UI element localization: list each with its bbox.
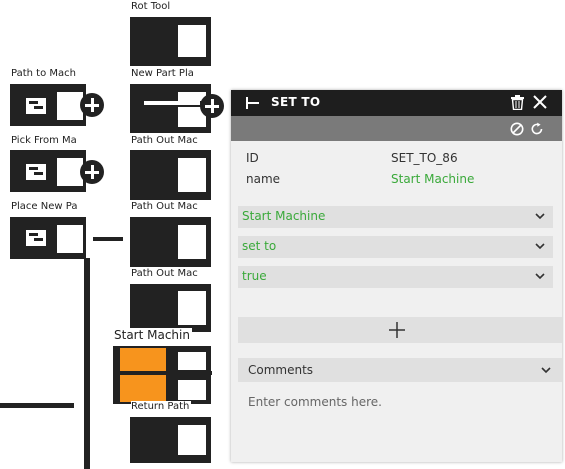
node-icon: [26, 164, 46, 180]
name-value[interactable]: Start Machine: [391, 172, 474, 186]
plus-icon: [389, 322, 405, 338]
comments-input[interactable]: [238, 385, 562, 445]
panel-title: SET TO: [271, 95, 321, 109]
variable-select-value: Start Machine: [242, 209, 326, 223]
block-type-icon: [246, 97, 259, 109]
block-label: Path to Mach: [11, 68, 78, 79]
trash-icon[interactable]: [511, 95, 524, 110]
block-label: Path Out Mac: [131, 201, 200, 212]
block-label: Pick From Ma: [11, 135, 79, 146]
reset-icon[interactable]: [530, 122, 544, 136]
chevron-down-icon: [535, 243, 545, 250]
node-icon: [26, 98, 46, 114]
operation-select[interactable]: set to: [238, 236, 553, 258]
properties-panel: SET TO ID SET_TO_86 name Start Machine S…: [231, 90, 562, 462]
block-label: Place New Pa: [11, 201, 80, 212]
block-label: New Part Pla: [131, 68, 196, 79]
add-block-icon[interactable]: [80, 93, 104, 117]
connector-line: [84, 258, 90, 469]
add-block-icon[interactable]: [80, 160, 104, 184]
chevron-down-icon: [535, 213, 545, 220]
chevron-down-icon: [541, 367, 551, 374]
comments-header[interactable]: Comments: [238, 358, 562, 382]
flow-canvas[interactable]: Rot Tool New Part Pla Path Out Mac Path …: [0, 0, 231, 469]
name-key: name: [246, 172, 281, 186]
id-value: SET_TO_86: [391, 151, 458, 165]
panel-toolbar: [231, 116, 562, 141]
block-label: Return Path: [131, 401, 192, 412]
block-label: Start Machin: [114, 328, 192, 342]
connector-line: [0, 403, 74, 408]
chevron-down-icon: [535, 273, 545, 280]
add-block-icon[interactable]: [200, 94, 224, 118]
block-label: Path Out Mac: [131, 135, 200, 146]
connector-line: [93, 237, 123, 241]
close-icon[interactable]: [533, 95, 547, 109]
block-label: Rot Tool: [131, 1, 173, 12]
disable-icon[interactable]: [510, 122, 524, 136]
block-label: Path Out Mac: [131, 268, 200, 279]
variable-select[interactable]: Start Machine: [238, 206, 553, 228]
panel-header: SET TO: [231, 90, 562, 116]
value-select-value: true: [242, 269, 267, 283]
operation-select-value: set to: [242, 239, 277, 253]
comments-label: Comments: [248, 363, 314, 377]
value-select[interactable]: true: [238, 266, 553, 288]
node-icon: [26, 230, 46, 246]
id-key: ID: [246, 151, 259, 165]
add-parameter-button[interactable]: [238, 317, 562, 343]
